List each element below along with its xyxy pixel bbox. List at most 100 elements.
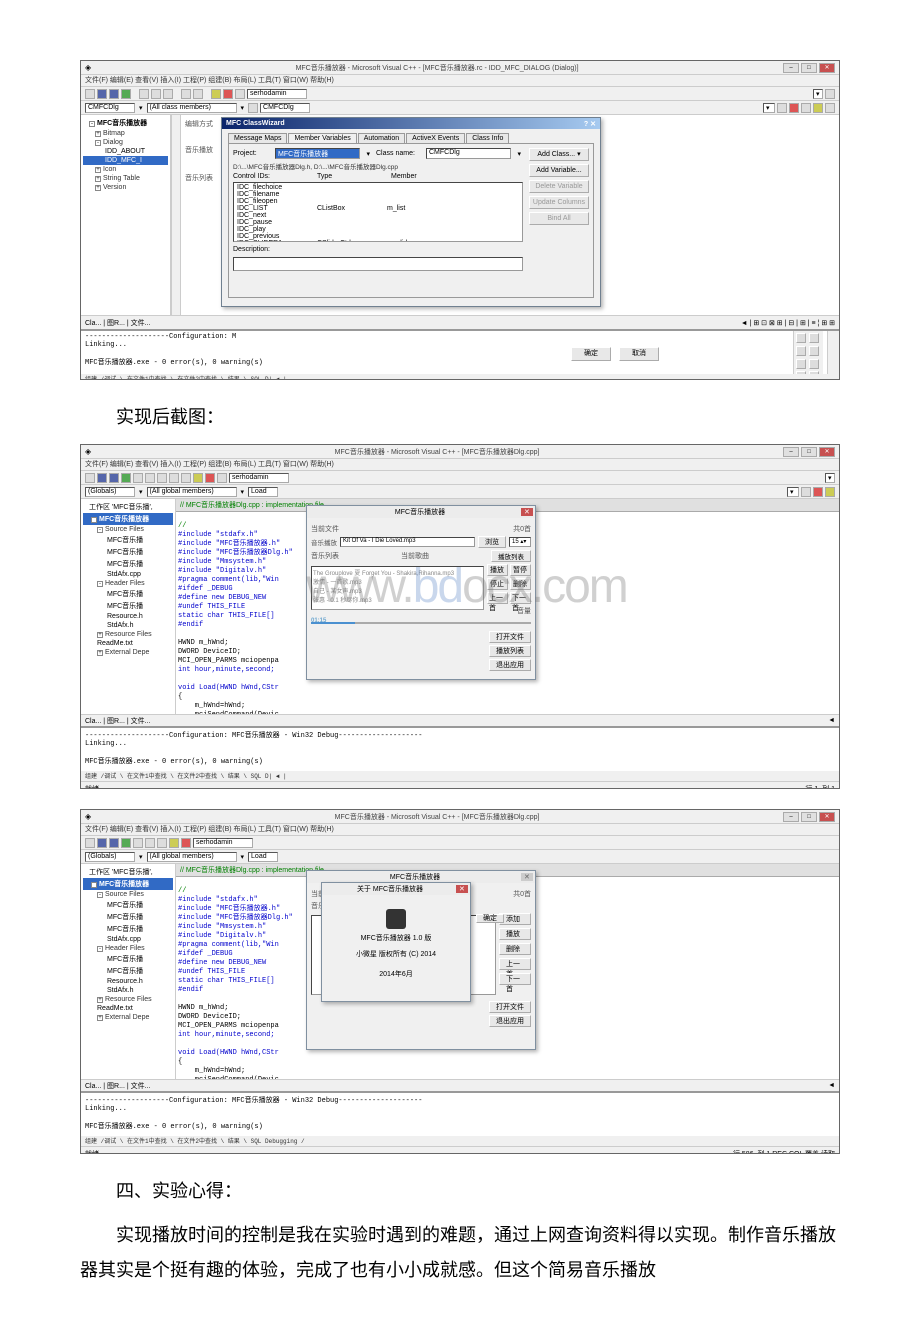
bind-all-button[interactable]: Bind All [529,212,589,225]
copy-icon[interactable] [145,473,155,483]
list-item[interactable]: 激情 - 一首歌.mp3 [313,577,482,586]
ex1-icon[interactable] [801,103,811,113]
file-tree-2[interactable]: 工作区 'MFC音乐播', -MFC音乐播放器 -Source Files MF… [81,499,176,714]
tree-src2[interactable]: MFC音乐播 [83,546,173,558]
classwizard-close[interactable]: ? ✕ [584,120,596,128]
members-combo[interactable]: (All class members) [147,103,237,113]
output-tabs-3[interactable]: 组建 /调试 \ 在文件1中查找 \ 在文件2中查找 \ 结果 \ SQL De… [81,1136,839,1146]
toolbar-combo-right[interactable]: ▾ [825,473,835,483]
find-combo[interactable]: serhodamin [229,473,289,483]
toolbar-combo-right[interactable]: ▾ [813,89,823,99]
tree-stdafx-cpp[interactable]: StdAfx.cpp [83,570,173,579]
ex1-icon[interactable] [825,487,835,497]
toggle-icon[interactable] [205,473,215,483]
class-combo-3[interactable]: (Globals) [85,852,135,862]
tree-tabs-3[interactable]: Cla... | 图R... | 文件...◄ [81,1079,839,1091]
tree-idd-mfc[interactable]: IDD_MFC_I [83,156,168,165]
toggle-icon[interactable] [181,838,191,848]
class-combo[interactable]: CMFCDlg [85,103,135,113]
wiz-icon[interactable] [235,89,245,99]
player-close[interactable]: ✕ [521,508,533,516]
tb-group-icon[interactable] [809,346,819,356]
maximize-button[interactable]: □ [801,812,817,822]
tree-workspace[interactable]: 工作区 'MFC音乐播', [83,501,173,513]
stop-button[interactable]: 停止 [487,578,508,590]
go-icon[interactable] [801,487,811,497]
redo-icon[interactable] [181,473,191,483]
members-combo-2[interactable]: (All global members) [147,487,237,497]
menu-bar-2[interactable]: 文件(F) 编辑(E) 查看(V) 插入(I) 工程(P) 组建(B) 布局(L… [81,459,839,471]
tree-stdafx-cpp-3[interactable]: StdAfx.cpp [83,935,173,944]
minimize-button[interactable]: – [783,447,799,457]
player-close-3[interactable]: ✕ [521,873,533,881]
p-spinner[interactable]: 15 ▴▾ [509,537,531,547]
ok-button[interactable]: 确定 [571,347,611,361]
tree-project-3[interactable]: -MFC音乐播放器 [83,878,173,890]
wand-icon[interactable] [248,103,258,113]
cw-item-list[interactable]: IDC_LISTCListBoxm_list [235,205,521,212]
tree-icon[interactable]: +Icon [83,165,168,174]
tree-bitmap[interactable]: +Bitmap [83,129,168,138]
build-icon[interactable] [789,103,799,113]
about-close[interactable]: ✕ [456,885,468,893]
tree-source[interactable]: -Source Files [83,525,173,534]
copy-icon[interactable] [151,89,161,99]
tree-stringtable[interactable]: +String Table [83,174,168,183]
tree-stdafx-h-3[interactable]: StdAfx.h [83,986,173,995]
func-combo-2[interactable]: Load [248,487,278,497]
pause-button[interactable]: 暂停 [510,564,531,576]
go-icon[interactable] [777,103,787,113]
cw-project-field[interactable]: MFC音乐播放器 [275,148,360,159]
about-button[interactable]: 退出应用 [489,659,531,671]
cancel-button[interactable]: 取消 [619,347,659,361]
tree-external[interactable]: +External Depe [83,648,173,657]
tree-resource-h[interactable]: Resource.h [83,612,173,621]
tab-activex[interactable]: ActiveX Events [406,133,465,143]
tab-classinfo[interactable]: Class Info [466,133,509,143]
config-combo[interactable]: ▾ [787,487,799,497]
tree-root[interactable]: -MFC音乐播放器 [83,117,168,129]
list-item[interactable]: 自己 - 某女声.mp3 [313,586,482,595]
config-combo[interactable]: ▾ [763,103,775,113]
list-item[interactable]: The Grouplove 夏 Forget You - Shakira,Rih… [313,568,482,577]
menu-bar[interactable]: 文件(F) 编辑(E) 查看(V) 插入(I) 工程(P) 组建(B) 布局(L… [81,75,839,87]
cut-icon[interactable] [133,473,143,483]
file-tree-3[interactable]: 工作区 'MFC音乐播', -MFC音乐播放器 -Source Files MF… [81,864,176,1079]
tree-bottom-tabs[interactable]: Cla... | 图R... | 文件... [85,318,150,328]
play-button[interactable]: 播放 [487,564,508,576]
tb-pointer-icon[interactable] [796,333,806,343]
open-icon[interactable] [97,838,107,848]
tab-automation[interactable]: Automation [358,133,405,143]
cw-item-next[interactable]: IDC_next [235,212,521,219]
tree-src3[interactable]: MFC音乐播 [83,923,173,935]
tree-version[interactable]: +Version [83,183,168,192]
tree-project[interactable]: -MFC音乐播放器 [83,513,173,525]
output-tabs-2[interactable]: 组建 /调试 \ 在文件1中查找 \ 在文件2中查找 \ 结果 \ SQL D|… [81,771,839,781]
prev-button-3[interactable]: 上一首 [499,958,531,970]
resource-tree[interactable]: -MFC音乐播放器 +Bitmap -Dialog IDD_ABOUT IDD_… [81,115,171,315]
minimize-button[interactable]: – [783,63,799,73]
wiz-icon[interactable] [217,473,227,483]
p-filename-field[interactable]: Kit Of Va - I Die Loved.mp3 [340,537,475,547]
cw-item-fileopen[interactable]: IDC_fileopen [235,198,521,205]
func-combo[interactable]: CMFCDlg [260,103,310,113]
find-icon[interactable] [193,473,203,483]
playlist-btn2[interactable]: 播放列表 [489,645,531,657]
tree-h1[interactable]: MFC音乐播 [83,953,173,965]
save-all-icon[interactable] [121,838,131,848]
find-icon[interactable] [211,89,221,99]
new-icon[interactable] [85,473,95,483]
tab-member-vars[interactable]: Member Variables [288,133,356,143]
update-columns-button[interactable]: Update Columns [529,196,589,209]
about-ok-button[interactable]: 确定 [476,914,504,923]
cw-item-play[interactable]: IDC_play [235,226,521,233]
tree-source-3[interactable]: -Source Files [83,890,173,899]
delete-button[interactable]: 删除 [510,578,531,590]
ex3-icon[interactable] [825,103,835,113]
paste-icon[interactable] [157,473,167,483]
prev-button[interactable]: 上一首 [487,592,508,604]
browse-button[interactable]: 浏览 [478,536,506,548]
paste-icon[interactable] [163,89,173,99]
tree-headers-3[interactable]: -Header Files [83,944,173,953]
save-icon[interactable] [109,89,119,99]
